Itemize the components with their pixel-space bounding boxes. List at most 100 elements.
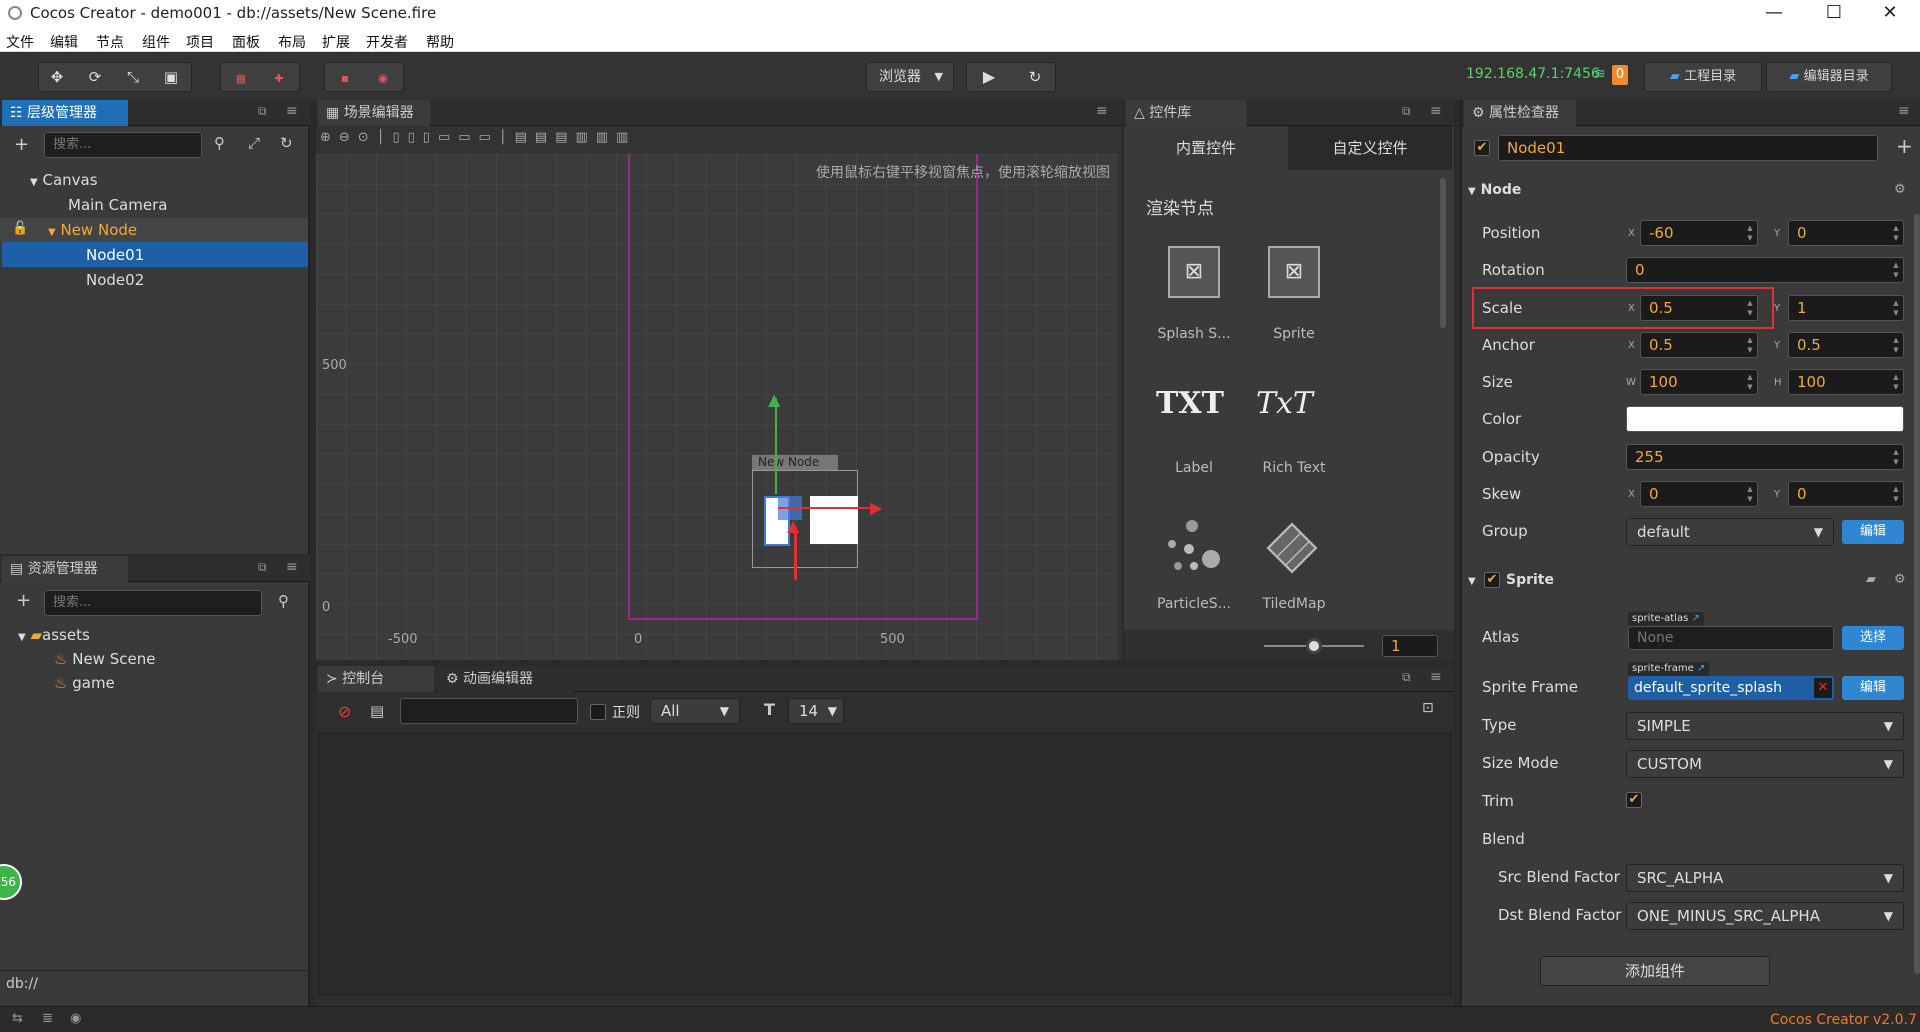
anchor-y-input[interactable]: 0.5 ▲ ▼ bbox=[1788, 332, 1904, 358]
spinner-icon[interactable]: ▲ ▼ bbox=[1745, 372, 1755, 392]
spinner-icon[interactable]: ▲ ▼ bbox=[1891, 298, 1901, 318]
type-select[interactable]: SIMPLE ▼ bbox=[1626, 712, 1904, 740]
sprite-enabled-checkbox[interactable]: ✔ bbox=[1484, 572, 1500, 588]
popout-icon[interactable]: ⧉ bbox=[258, 104, 267, 119]
spinner-icon[interactable]: ▲ ▼ bbox=[1891, 223, 1901, 243]
spinner-icon[interactable]: ▲ ▼ bbox=[1745, 223, 1755, 243]
menu-file[interactable]: 文件 bbox=[6, 32, 34, 52]
src-blend-select[interactable]: SRC_ALPHA ▼ bbox=[1626, 864, 1904, 892]
spinner-icon[interactable]: ▲ ▼ bbox=[1891, 335, 1901, 355]
group-select[interactable]: default ▼ bbox=[1626, 518, 1834, 546]
menu-panel[interactable]: 面板 bbox=[232, 32, 260, 52]
log-level-select[interactable]: All ▼ bbox=[650, 698, 740, 724]
scene-viewport[interactable]: 使用鼠标右键平移视窗焦点，使用滚轮缩放视图 500 0 -500 0 500 N… bbox=[316, 154, 1118, 660]
anchor-x-input[interactable]: 0.5 ▲ ▼ bbox=[1640, 332, 1758, 358]
node-section-header[interactable]: ▼ Node bbox=[1468, 182, 1521, 198]
panel-menu-icon[interactable]: ≡ bbox=[1430, 669, 1442, 685]
menu-component[interactable]: 组件 bbox=[142, 32, 170, 52]
menu-help[interactable]: 帮助 bbox=[426, 32, 454, 52]
skew-x-input[interactable]: 0 ▲ ▼ bbox=[1640, 481, 1758, 507]
tree-item-new-node[interactable]: ▼ New Node bbox=[48, 221, 137, 239]
y-axis-gizmo[interactable] bbox=[775, 398, 777, 494]
hierarchy-search-input[interactable]: 搜索... bbox=[44, 132, 202, 158]
size-mode-select[interactable]: CUSTOM ▼ bbox=[1626, 750, 1904, 778]
sprite-icon[interactable]: ⊠ bbox=[1268, 246, 1320, 298]
trim-checkbox[interactable]: ✔ bbox=[1626, 792, 1642, 808]
opacity-input[interactable]: 255 ▲ ▼ bbox=[1626, 444, 1904, 470]
tree-item-main-camera[interactable]: Main Camera bbox=[68, 196, 167, 214]
sync-icon[interactable]: ⇆ bbox=[12, 1011, 23, 1026]
inspector-tab[interactable]: ⚙ 属性检查器 bbox=[1464, 100, 1576, 126]
tree-item-node01[interactable]: Node01 bbox=[86, 246, 144, 264]
size-h-input[interactable]: 100 ▲ ▼ bbox=[1788, 369, 1904, 395]
book-icon[interactable]: ▰ bbox=[1866, 572, 1876, 587]
panel-menu-icon[interactable]: ≡ bbox=[286, 103, 298, 119]
tab-custom-widgets[interactable]: 自定义控件 bbox=[1288, 126, 1452, 170]
assets-search-input[interactable]: 搜索... bbox=[44, 590, 262, 616]
color-swatch[interactable] bbox=[1626, 406, 1904, 432]
menu-developer[interactable]: 开发者 bbox=[366, 32, 408, 52]
external-link-icon[interactable]: ↗ bbox=[1697, 663, 1705, 674]
dst-blend-select[interactable]: ONE_MINUS_SRC_ALPHA ▼ bbox=[1626, 902, 1904, 930]
zoom-value-input[interactable]: 1 bbox=[1382, 635, 1438, 657]
panel-menu-icon[interactable]: ≡ bbox=[1096, 103, 1108, 119]
clear-icon[interactable]: ✕ bbox=[1814, 678, 1832, 698]
popout-icon[interactable]: ⧉ bbox=[1402, 670, 1411, 685]
align-toolbar[interactable]: ⊕⊖⊙│▯▯▯▭▭▭│▤▤▤▥▥▥ bbox=[320, 130, 720, 150]
play-icon[interactable]: ▶ bbox=[971, 63, 1007, 91]
console-output[interactable] bbox=[318, 732, 1452, 996]
zoom-slider-thumb[interactable] bbox=[1306, 638, 1322, 654]
asset-item-new-scene[interactable]: ♨ New Scene bbox=[54, 650, 155, 668]
refresh-icon[interactable]: ↻ bbox=[280, 134, 293, 152]
splash-sprite-icon[interactable]: ⊠ bbox=[1168, 246, 1220, 298]
move-tool-icon[interactable]: ✥ bbox=[39, 63, 75, 91]
font-size-select[interactable]: 14 ▼ bbox=[788, 698, 844, 724]
scale-x-input[interactable]: 0.5 ▲ ▼ bbox=[1640, 295, 1758, 321]
label-icon[interactable]: TXT bbox=[1156, 386, 1224, 421]
x-axis-gizmo[interactable] bbox=[778, 507, 874, 509]
tree-item-node02[interactable]: Node02 bbox=[86, 271, 144, 289]
particle-system-icon[interactable] bbox=[1166, 520, 1222, 576]
expand-icon[interactable]: ⤢ bbox=[248, 134, 260, 152]
group-edit-button[interactable]: 编辑 bbox=[1842, 520, 1904, 544]
popout-icon[interactable]: ⧉ bbox=[1402, 104, 1411, 119]
widgets-tab[interactable]: △ 控件库 bbox=[1126, 100, 1246, 126]
add-component-button[interactable]: 添加组件 bbox=[1540, 956, 1770, 986]
lock-icon[interactable]: 🔓 bbox=[12, 221, 28, 236]
rich-text-icon[interactable]: TxT bbox=[1256, 386, 1313, 421]
node02-sprite[interactable] bbox=[810, 496, 858, 544]
size-w-input[interactable]: 100 ▲ ▼ bbox=[1640, 369, 1758, 395]
add-component-icon[interactable]: + bbox=[1896, 134, 1913, 158]
gizmo-2d-icon[interactable]: ▪ bbox=[327, 63, 363, 91]
console-tab[interactable]: ≻ 控制台 bbox=[318, 666, 434, 692]
scale-y-input[interactable]: 1 ▲ ▼ bbox=[1788, 295, 1904, 321]
asset-item-assets[interactable]: ▼ ▰assets bbox=[18, 626, 90, 644]
spinner-icon[interactable]: ▲ ▼ bbox=[1891, 372, 1901, 392]
panel-menu-icon[interactable]: ≡ bbox=[1898, 103, 1910, 119]
menu-project[interactable]: 项目 bbox=[186, 32, 214, 52]
database-icon[interactable]: ≣ bbox=[42, 1011, 53, 1026]
tiledmap-icon[interactable] bbox=[1266, 522, 1318, 574]
rotation-input[interactable]: 0 ▲ ▼ bbox=[1626, 257, 1904, 283]
atlas-select-button[interactable]: 选择 bbox=[1842, 626, 1904, 650]
node-active-checkbox[interactable]: ✔ bbox=[1474, 140, 1490, 156]
position-y-input[interactable]: 0 ▲ ▼ bbox=[1788, 220, 1904, 246]
local-global-icon[interactable]: ✚ bbox=[261, 63, 297, 91]
search-icon[interactable]: ⚲ bbox=[278, 592, 289, 610]
widgets-scrollbar[interactable] bbox=[1440, 178, 1446, 328]
panel-menu-icon[interactable]: ≡ bbox=[1430, 103, 1442, 119]
spinner-icon[interactable]: ▲ ▼ bbox=[1745, 335, 1755, 355]
asset-item-game[interactable]: ♨ game bbox=[54, 674, 115, 692]
skew-y-input[interactable]: 0 ▲ ▼ bbox=[1788, 481, 1904, 507]
gizmo-3d-icon[interactable]: ◉ bbox=[365, 63, 401, 91]
minimize-button[interactable]: — bbox=[1746, 0, 1802, 28]
sprite-section-header[interactable]: ▼ bbox=[1468, 572, 1476, 588]
tab-builtin-widgets[interactable]: 内置控件 bbox=[1124, 126, 1288, 170]
spinner-icon[interactable]: ▲ ▼ bbox=[1745, 484, 1755, 504]
node-name-input[interactable]: Node01 bbox=[1498, 135, 1878, 161]
open-log-icon[interactable]: ▤ bbox=[370, 702, 384, 720]
sprite-frame-input[interactable]: default_sprite_splash bbox=[1628, 676, 1834, 700]
eye-icon[interactable]: ◉ bbox=[70, 1011, 81, 1026]
browser-select[interactable]: 浏览器 ▼ bbox=[866, 62, 954, 92]
spinner-icon[interactable]: ▲ ▼ bbox=[1891, 447, 1901, 467]
